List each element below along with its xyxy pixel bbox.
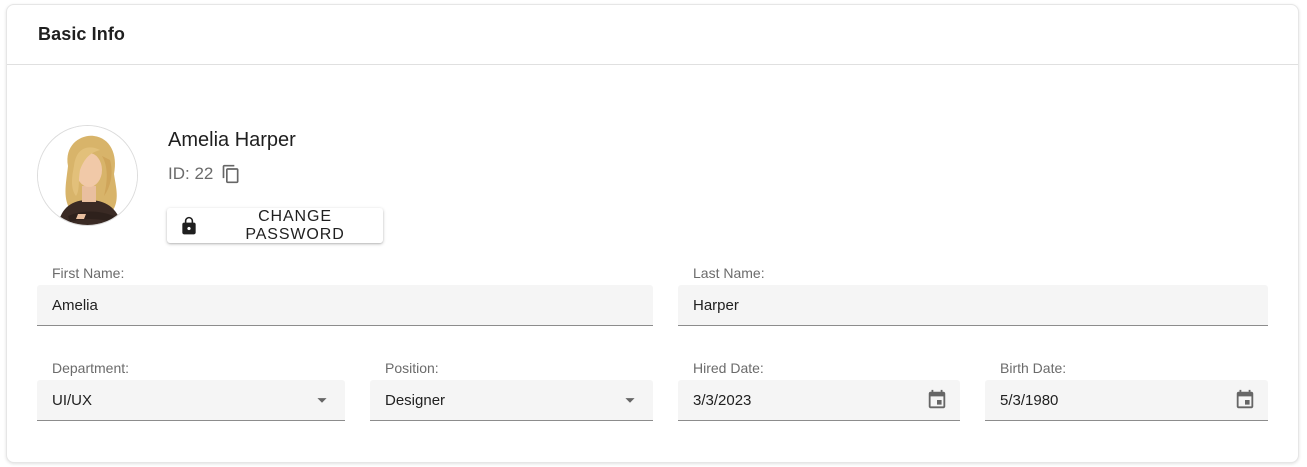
card-header: Basic Info <box>7 5 1298 65</box>
hired-date-value: 3/3/2023 <box>693 391 752 409</box>
hired-date-label: Hired Date: <box>693 360 764 376</box>
department-label: Department: <box>52 360 130 376</box>
birth-date-value: 5/3/1980 <box>1000 391 1059 409</box>
first-name-value: Amelia <box>52 296 98 314</box>
basic-info-card: Basic Info Amelia Harper ID: 22 CHANGE P… <box>6 4 1299 463</box>
hired-date-input[interactable]: 3/3/2023 <box>678 380 960 421</box>
first-name-input[interactable]: Amelia <box>37 285 653 326</box>
profile-id-row: ID: 22 <box>168 164 241 184</box>
position-label: Position: <box>385 360 439 376</box>
avatar <box>37 125 138 226</box>
card-title: Basic Info <box>38 24 126 44</box>
lock-icon <box>179 216 199 236</box>
arrow-drop-down-icon[interactable] <box>610 380 650 420</box>
first-name-field: First Name: Amelia <box>37 265 653 326</box>
last-name-label: Last Name: <box>693 265 765 281</box>
change-password-button[interactable]: CHANGE PASSWORD <box>167 208 383 243</box>
birth-date-field: Birth Date: 5/3/1980 <box>985 360 1268 421</box>
department-value: UI/UX <box>52 391 93 409</box>
position-value: Designer <box>385 391 446 409</box>
department-select[interactable]: UI/UX <box>37 380 345 421</box>
arrow-drop-down-icon[interactable] <box>302 380 342 420</box>
calendar-icon[interactable] <box>917 380 957 420</box>
copy-icon[interactable] <box>221 164 241 184</box>
birth-date-input[interactable]: 5/3/1980 <box>985 380 1268 421</box>
last-name-field: Last Name: Harper <box>678 265 1268 326</box>
avatar-photo <box>38 126 137 225</box>
last-name-input[interactable]: Harper <box>678 285 1268 326</box>
position-select[interactable]: Designer <box>370 380 653 421</box>
department-field: Department: UI/UX <box>37 360 345 421</box>
hired-date-field: Hired Date: 3/3/2023 <box>678 360 960 421</box>
last-name-value: Harper <box>693 296 739 314</box>
profile-name: Amelia Harper <box>168 129 296 151</box>
calendar-icon[interactable] <box>1225 380 1265 420</box>
change-password-label: CHANGE PASSWORD <box>245 207 345 243</box>
profile-id: ID: 22 <box>168 164 214 183</box>
position-field: Position: Designer <box>370 360 653 421</box>
birth-date-label: Birth Date: <box>1000 360 1067 376</box>
first-name-label: First Name: <box>52 265 125 281</box>
